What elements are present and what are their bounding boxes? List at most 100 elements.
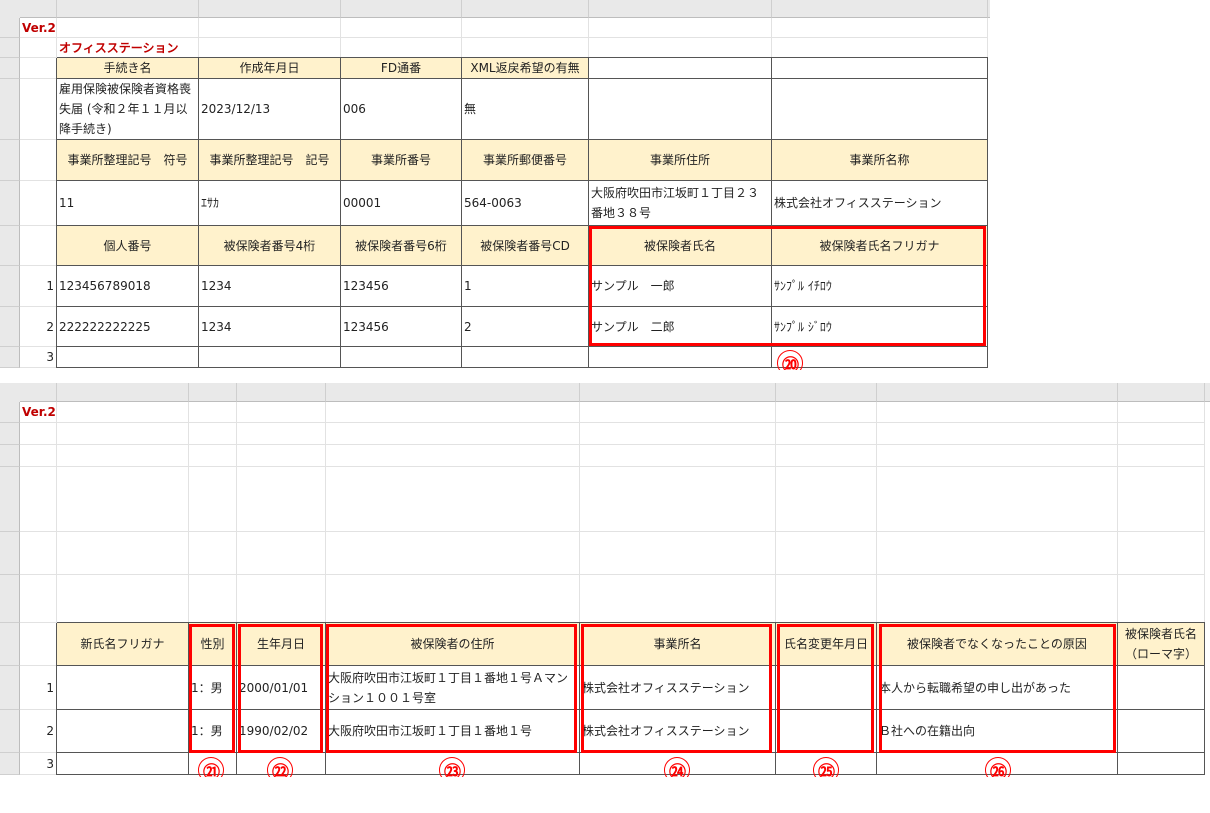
row-header-3[interactable] (0, 445, 20, 467)
row-header-7[interactable] (0, 623, 20, 666)
cell[interactable]: 123456 (341, 266, 462, 307)
cell[interactable] (877, 575, 1118, 623)
row-header-6[interactable] (0, 575, 20, 623)
cell[interactable] (776, 575, 877, 623)
row-header-7[interactable] (0, 226, 20, 266)
cell[interactable]: ｻﾝﾌﾟﾙ ｼﾞﾛｳ (772, 307, 988, 347)
cell[interactable]: 2 (20, 710, 57, 753)
cell[interactable]: 1 (20, 666, 57, 710)
column-title-cell[interactable]: 被保険者の住所 (326, 623, 580, 666)
cell[interactable]: 2023/12/13 (199, 79, 341, 140)
column-title-cell[interactable]: 被保険者氏名 (589, 226, 772, 266)
column-title-cell[interactable]: 個人番号 (57, 226, 199, 266)
cell[interactable] (326, 402, 580, 423)
cell[interactable] (877, 423, 1118, 445)
cell[interactable] (57, 423, 189, 445)
column-header-R[interactable] (326, 383, 580, 402)
cell[interactable] (877, 445, 1118, 467)
row-header-8[interactable] (0, 266, 20, 307)
row-header-9[interactable] (0, 710, 20, 753)
column-header-S[interactable] (580, 383, 776, 402)
column-header-G[interactable] (772, 0, 988, 18)
cell[interactable] (20, 575, 57, 623)
column-header-Q[interactable] (237, 383, 326, 402)
cell[interactable] (341, 38, 462, 58)
column-header-next[interactable] (1205, 383, 1210, 402)
cell[interactable] (1118, 532, 1205, 575)
cell[interactable]: 00001 (341, 181, 462, 226)
cell[interactable] (20, 226, 57, 266)
cell[interactable] (57, 666, 189, 710)
cell[interactable] (57, 467, 189, 532)
row-header-5[interactable] (0, 140, 20, 181)
cell[interactable] (1118, 575, 1205, 623)
cell[interactable] (189, 532, 237, 575)
select-all-corner[interactable] (0, 0, 20, 18)
cell[interactable] (1118, 402, 1205, 423)
cell[interactable]: 株式会社オフィスステーション (772, 181, 988, 226)
column-title-cell[interactable]: 被保険者番号CD (462, 226, 589, 266)
column-title-cell[interactable]: 作成年月日 (199, 58, 341, 79)
cell[interactable] (20, 532, 57, 575)
cell[interactable] (237, 575, 326, 623)
column-title-cell[interactable]: FD通番 (341, 58, 462, 79)
cell[interactable] (580, 532, 776, 575)
cell[interactable]: 無 (462, 79, 589, 140)
cell[interactable] (57, 402, 189, 423)
column-header-D[interactable] (341, 0, 462, 18)
column-title-cell[interactable]: XML返戻希望の有無 (462, 58, 589, 79)
column-header-E[interactable] (462, 0, 589, 18)
cell[interactable]: サンプル 一郎 (589, 266, 772, 307)
row-header-6[interactable] (0, 181, 20, 226)
cell[interactable] (57, 575, 189, 623)
column-title-cell[interactable]: 氏名変更年月日 (776, 623, 877, 666)
cell[interactable] (57, 445, 189, 467)
cell[interactable] (57, 710, 189, 753)
cell[interactable]: 1 (462, 266, 589, 307)
cell[interactable] (189, 467, 237, 532)
column-header-C[interactable] (199, 0, 341, 18)
column-title-cell[interactable]: 生年月日 (237, 623, 326, 666)
cell[interactable]: 本人から転職希望の申し出があった (877, 666, 1118, 710)
column-title-cell[interactable]: 事業所名 (580, 623, 776, 666)
cell[interactable] (20, 623, 57, 666)
cell[interactable] (776, 445, 877, 467)
column-title-cell[interactable]: 手続き名 (57, 58, 199, 79)
cell[interactable] (326, 575, 580, 623)
cell[interactable] (462, 38, 589, 58)
cell[interactable] (589, 38, 772, 58)
cell[interactable]: 大阪府吹田市江坂町１丁目１番地１号Ａマンション１００１号室 (326, 666, 580, 710)
cell[interactable] (199, 347, 341, 368)
cell[interactable] (57, 532, 189, 575)
cell[interactable] (580, 467, 776, 532)
column-title-cell[interactable]: 事業所住所 (589, 140, 772, 181)
row-header-8[interactable] (0, 666, 20, 710)
cell[interactable]: 株式会社オフィスステーション (580, 666, 776, 710)
column-header-U[interactable] (877, 383, 1118, 402)
cell[interactable] (1118, 753, 1205, 775)
cell[interactable]: 2000/01/01 (237, 666, 326, 710)
cell[interactable]: 1990/02/02 (237, 710, 326, 753)
row-header-4[interactable] (0, 79, 20, 140)
cell[interactable] (462, 18, 589, 38)
cell[interactable] (877, 467, 1118, 532)
column-title-cell[interactable]: 被保険者でなくなったことの原因 (877, 623, 1118, 666)
cell[interactable] (580, 423, 776, 445)
cell[interactable] (589, 347, 772, 368)
cell[interactable] (57, 347, 199, 368)
cell[interactable]: 株式会社オフィスステーション (580, 710, 776, 753)
column-title-cell[interactable]: 被保険者氏名（ローマ字） (1118, 623, 1205, 666)
cell[interactable]: 3 (20, 347, 57, 368)
cell[interactable]: 2 (462, 307, 589, 347)
column-title-cell[interactable]: 事業所整理記号 符号 (57, 140, 199, 181)
cell[interactable] (189, 445, 237, 467)
cell[interactable] (776, 666, 877, 710)
cell[interactable] (20, 58, 57, 79)
cell[interactable] (20, 140, 57, 181)
cell[interactable] (772, 18, 988, 38)
cell[interactable]: 11 (57, 181, 199, 226)
cell[interactable]: 123456789018 (57, 266, 199, 307)
cell[interactable]: 1：男 (189, 710, 237, 753)
cell[interactable] (57, 18, 199, 38)
cell[interactable]: 006 (341, 79, 462, 140)
